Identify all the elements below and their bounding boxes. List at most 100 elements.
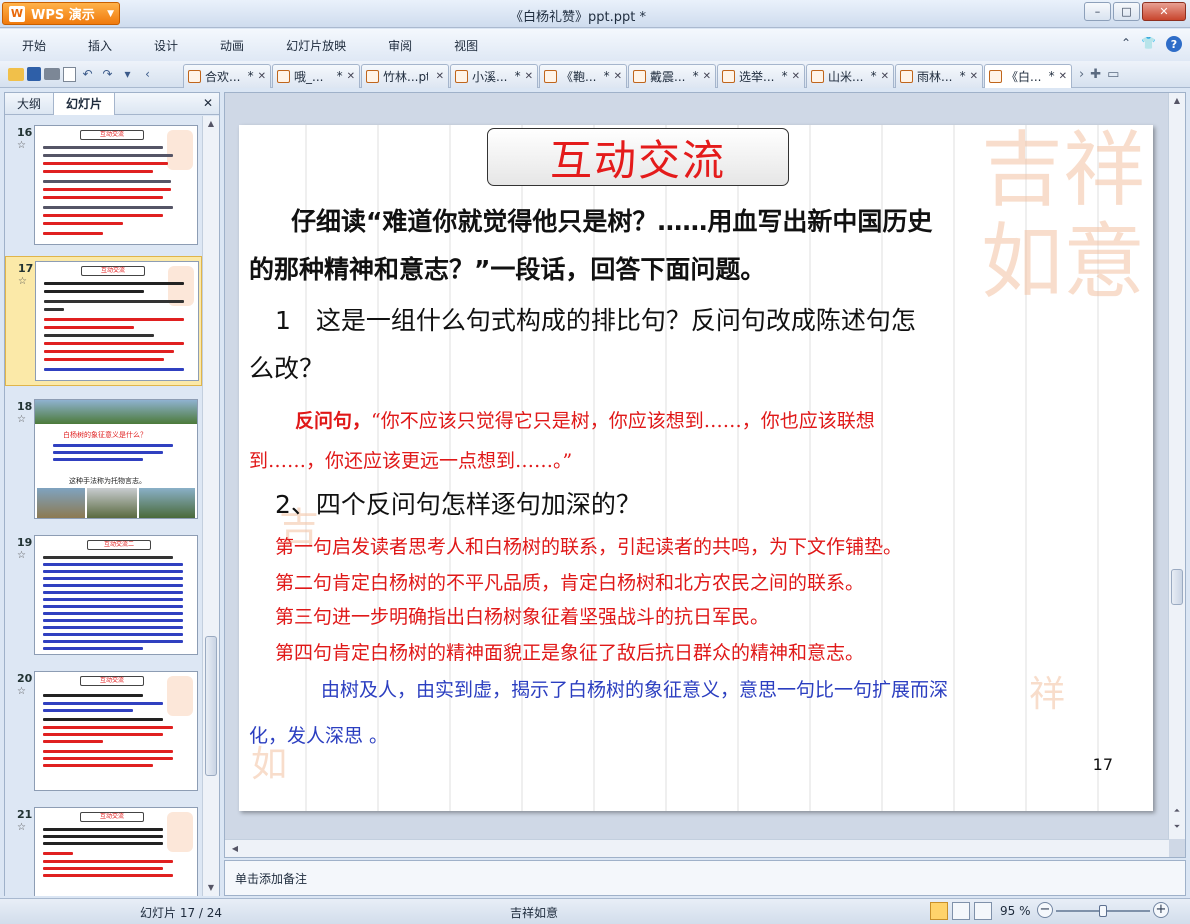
doc-tab[interactable]: 竹林...pt ✕ [361, 63, 449, 88]
answer-1-line-1[interactable]: 反问句，“你不应该只觉得它只是树，你应该想到……，你也应该联想 [295, 405, 875, 438]
document-tab-row: ↶ ↷ ▾ ‹ 合欢... * ✕ 哦_... * ✕ 竹林...pt ✕ 小溪... * ✕… [0, 61, 1190, 88]
customize-toolbar-icon[interactable]: ▾ [119, 66, 136, 83]
thumbnail-image: 互动交流 [34, 125, 198, 245]
tab-slides[interactable]: 幻灯片 [53, 92, 116, 115]
scroll-left-icon[interactable]: ◀ [227, 841, 243, 857]
normal-view-button[interactable] [930, 902, 948, 920]
menu-insert[interactable]: 插入 [66, 37, 132, 54]
close-tab-icon[interactable]: ✕ [1059, 71, 1067, 82]
help-icon[interactable]: ? [1166, 36, 1182, 52]
minimize-button[interactable]: – [1084, 2, 1111, 21]
doc-tab-active[interactable]: 《白... * ✕ [984, 63, 1072, 88]
tab-scroll-left-icon[interactable]: ‹ [139, 66, 156, 83]
doc-tab[interactable]: 山米... * ✕ [806, 63, 894, 88]
slideshow-view-button[interactable] [974, 902, 992, 920]
scrollbar-thumb[interactable] [205, 636, 217, 776]
menu-view[interactable]: 视图 [432, 37, 498, 54]
thumbnail-number: 20 [17, 672, 33, 685]
animation-star-icon: ☆ [17, 414, 26, 425]
menu-design[interactable]: 设计 [132, 37, 198, 54]
zoom-slider[interactable] [1056, 905, 1150, 917]
current-slide[interactable]: 吉祥如意 吉 如 祥 互动交流 仔细读“难道你就觉得他只是树？……用血写出新中国… [239, 125, 1153, 811]
answer-2-line[interactable]: 第四句肯定白杨树的精神面貌正是象征了敌后抗日群众的精神和意志。 [275, 637, 864, 670]
wps-logo-icon: W [9, 5, 25, 22]
menu-animation[interactable]: 动画 [198, 37, 264, 54]
tab-scroll-right-icon[interactable]: › [1079, 67, 1084, 82]
intro-line-2[interactable]: 的那种精神和意志？”一段话，回答下面问题。 [249, 249, 765, 291]
zoom-out-button[interactable]: − [1037, 902, 1053, 918]
summary-line-2[interactable]: 化，发人深思 。 [249, 713, 388, 759]
close-tab-icon[interactable]: ✕ [525, 71, 533, 82]
answer-2-line[interactable]: 第一句启发读者思考人和白杨树的联系，引起读者的共鸣，为下文作铺垫。 [275, 531, 902, 564]
close-tab-icon[interactable]: ✕ [703, 71, 711, 82]
print-preview-icon[interactable] [63, 66, 76, 82]
thumbnail-scrollbar[interactable]: ▲ ▼ [202, 116, 219, 896]
tab-list-icon[interactable]: ▭ [1107, 67, 1119, 82]
wps-app-menu-button[interactable]: W WPS 演示 ▼ [2, 2, 120, 25]
undo-icon[interactable]: ↶ [79, 66, 96, 83]
doc-tab[interactable]: 合欢... * ✕ [183, 63, 271, 88]
close-tab-icon[interactable]: ✕ [881, 71, 889, 82]
close-tab-icon[interactable]: ✕ [347, 71, 355, 82]
ppt-file-icon [900, 69, 913, 83]
doc-tab-dirty: * [870, 69, 877, 83]
editor-horizontal-scrollbar[interactable]: ◀ [225, 839, 1169, 857]
answer-2-line[interactable]: 第二句肯定白杨树的不平凡品质，肯定白杨树和北方农民之间的联系。 [275, 567, 864, 600]
scrollbar-thumb[interactable] [1171, 569, 1183, 605]
summary-line-1[interactable]: 由树及人，由实到虚，揭示了白杨树的象征意义，意思一句比一句扩展而深 [321, 667, 948, 713]
close-button[interactable]: ✕ [1142, 2, 1186, 21]
question-2[interactable]: 2、四个反问句怎样逐句加深的？ [275, 485, 641, 525]
scroll-up-icon[interactable]: ▲ [203, 116, 219, 132]
next-slide-icon[interactable]: ⏷ [1169, 819, 1185, 835]
close-tab-icon[interactable]: ✕ [614, 71, 622, 82]
close-tab-icon[interactable]: ✕ [258, 71, 266, 82]
notes-pane[interactable]: 单击添加备注 [224, 860, 1186, 896]
redo-icon[interactable]: ↷ [99, 66, 116, 83]
collapse-ribbon-icon[interactable]: ⌃ [1121, 36, 1131, 52]
editor-vertical-scrollbar[interactable]: ▲ ⏶ ⏷ [1168, 93, 1185, 839]
doc-tab-dirty: * [959, 69, 966, 83]
doc-tab[interactable]: 哦_... * ✕ [272, 63, 360, 88]
close-panel-icon[interactable]: ✕ [203, 96, 213, 110]
thumbnail-slide-19[interactable]: 19 ☆ 互动交流二 [5, 534, 202, 658]
menu-slideshow[interactable]: 幻灯片放映 [264, 37, 366, 54]
thumbnail-slide-16[interactable]: 16 ☆ 互动交流 [5, 124, 202, 248]
close-tab-icon[interactable]: ✕ [970, 71, 978, 82]
question-1-line-1[interactable]: 1 这是一组什么句式构成的排比句？反问句改成陈述句怎 [275, 301, 916, 341]
zoom-slider-knob[interactable] [1099, 905, 1107, 917]
question-1-line-2[interactable]: 么改？ [249, 349, 324, 389]
doc-tab-label: 《白... [1006, 69, 1042, 84]
close-tab-icon[interactable]: ✕ [792, 71, 800, 82]
thumbnail-slide-21[interactable]: 21 ☆ 互动交流 [5, 806, 202, 896]
menu-start[interactable]: 开始 [0, 37, 66, 54]
doc-tab[interactable]: 《鞄... * ✕ [539, 63, 627, 88]
thumbnail-slide-18[interactable]: 18 ☆ 白杨树的象征意义是什么？ 这种手法称为托物言志。 [5, 398, 202, 522]
doc-tab[interactable]: 选举... * ✕ [717, 63, 805, 88]
thumbnail-slide-17[interactable]: 17 ☆ 互动交流 [5, 256, 202, 386]
doc-tab[interactable]: 雨林... * ✕ [895, 63, 983, 88]
scroll-down-icon[interactable]: ▼ [203, 880, 219, 896]
close-tab-icon[interactable]: ✕ [436, 71, 444, 82]
doc-tab[interactable]: 小溪... * ✕ [450, 63, 538, 88]
skin-icon[interactable]: 👕 [1141, 36, 1156, 52]
doc-tab[interactable]: 戴震... * ✕ [628, 63, 716, 88]
open-folder-icon[interactable] [8, 67, 24, 81]
slide-title-box[interactable]: 互动交流 [487, 128, 789, 186]
intro-line-1[interactable]: 仔细读“难道你就觉得他只是树？……用血写出新中国历史 [291, 201, 932, 243]
print-icon[interactable] [44, 68, 60, 80]
slide-sorter-view-button[interactable] [952, 902, 970, 920]
previous-slide-icon[interactable]: ⏶ [1169, 803, 1185, 819]
document-title: 《白杨礼赞》ppt.ppt * [510, 10, 646, 25]
menu-review[interactable]: 审阅 [366, 37, 432, 54]
new-tab-icon[interactable]: ✚ [1090, 67, 1101, 82]
save-icon[interactable] [27, 67, 41, 81]
thumbnail-slide-20[interactable]: 20 ☆ 互动交流 [5, 670, 202, 794]
answer-2-line[interactable]: 第三句进一步明确指出白杨树象征着坚强战斗的抗日军民。 [275, 601, 769, 634]
ppt-file-icon [633, 69, 646, 83]
answer-1-line-2[interactable]: 到……，你还应该更远一点想到……。” [249, 445, 572, 478]
maximize-button[interactable]: □ [1113, 2, 1140, 21]
tab-outline[interactable]: 大纲 [5, 93, 53, 115]
doc-tab-label: 选举... [739, 69, 775, 84]
scroll-up-icon[interactable]: ▲ [1169, 93, 1185, 109]
zoom-in-button[interactable]: + [1153, 902, 1169, 918]
